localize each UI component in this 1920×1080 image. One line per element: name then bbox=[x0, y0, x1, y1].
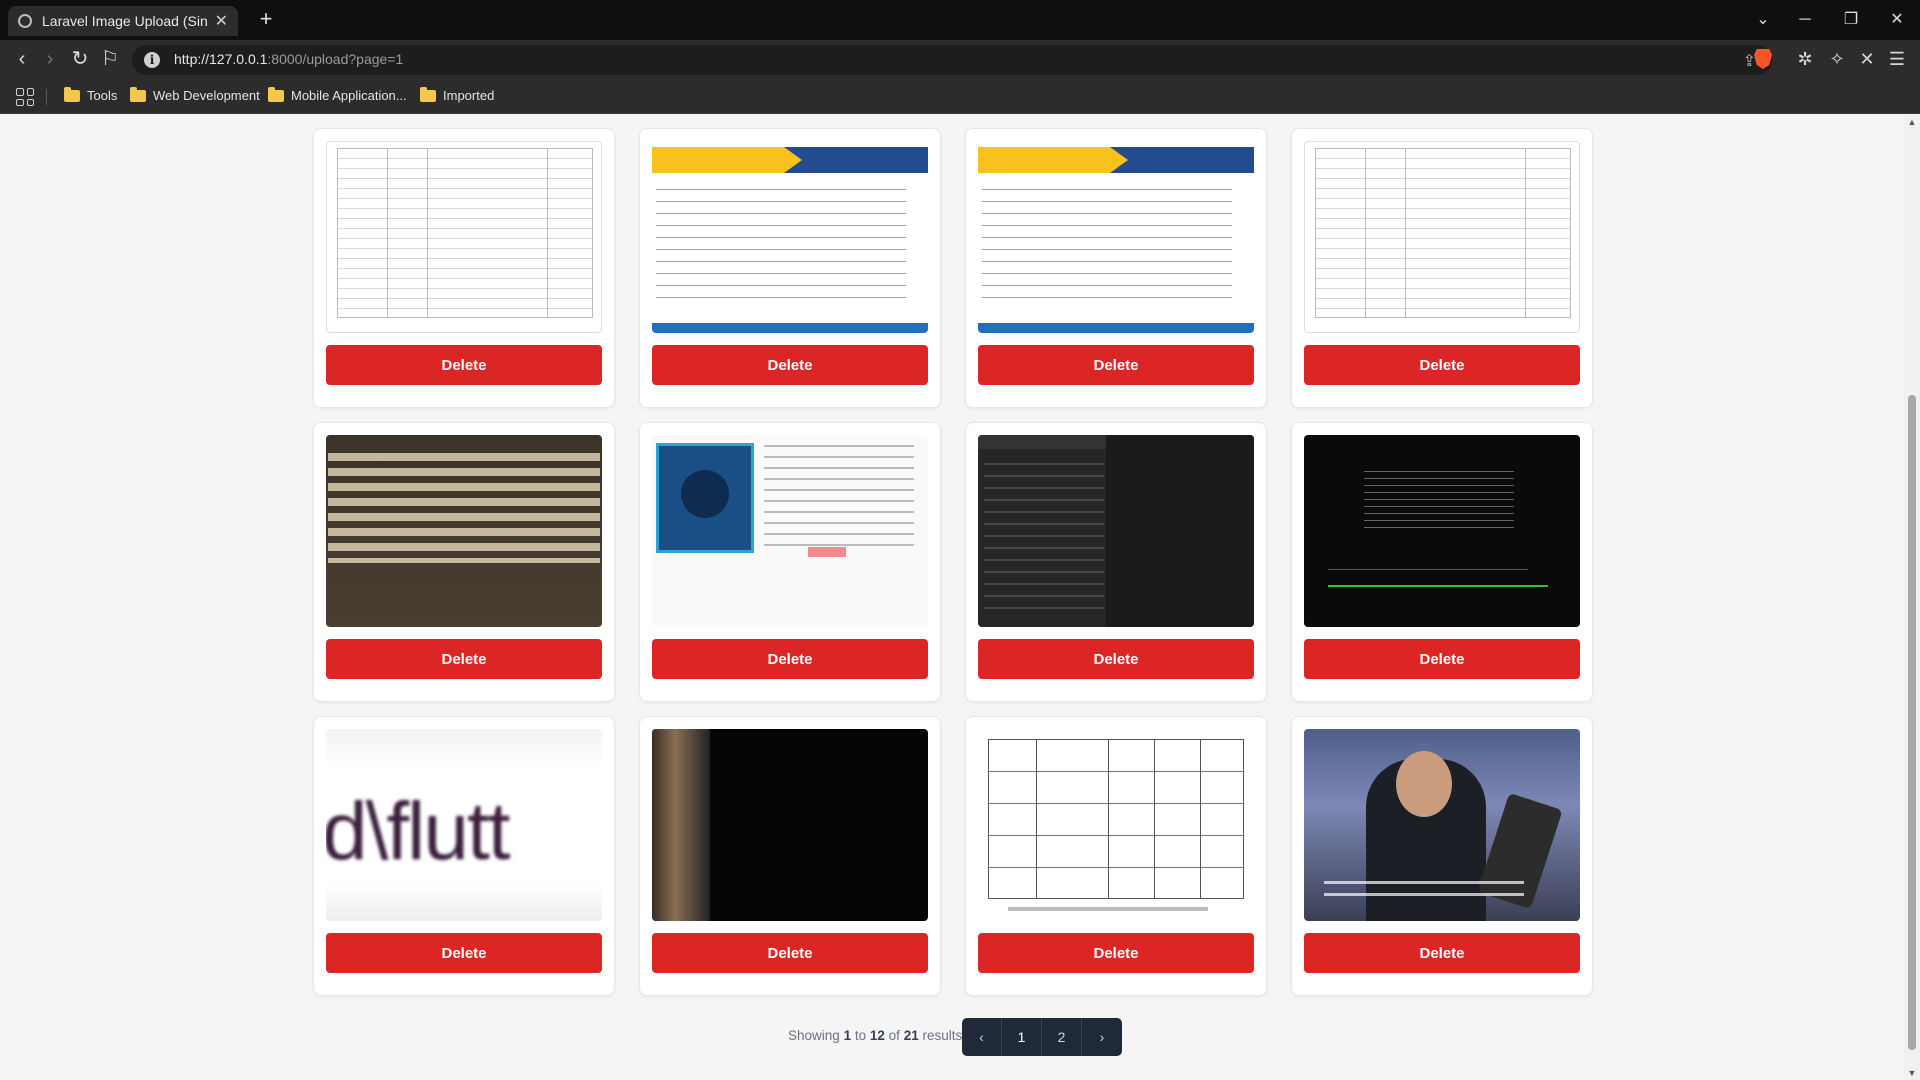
image-card: Delete bbox=[639, 422, 941, 702]
delete-button[interactable]: Delete bbox=[326, 639, 602, 679]
pagination: ‹ 1 2 › bbox=[962, 1018, 1122, 1056]
menu-icon[interactable]: ☰ bbox=[1886, 49, 1908, 70]
uploaded-image bbox=[652, 729, 928, 921]
image-card: d\flutt Delete bbox=[313, 716, 615, 996]
uploaded-image bbox=[326, 435, 602, 627]
pagination-summary: Showing 1 to 12 of 21 results bbox=[788, 1028, 963, 1043]
delete-button[interactable]: Delete bbox=[978, 933, 1254, 973]
uploaded-image bbox=[326, 141, 602, 333]
image-card: Delete bbox=[639, 716, 941, 996]
folder-icon bbox=[130, 86, 146, 102]
bookmark-folder-tools[interactable]: Tools bbox=[64, 86, 118, 103]
scroll-up-icon[interactable]: ▲ bbox=[1907, 117, 1917, 127]
restore-button[interactable]: ❐ bbox=[1828, 0, 1874, 40]
folder-icon bbox=[268, 86, 284, 102]
page-2-button[interactable]: 2 bbox=[1042, 1018, 1082, 1056]
share-icon[interactable]: ⇪ bbox=[1743, 51, 1756, 71]
close-window-button[interactable]: ✕ bbox=[1874, 0, 1920, 40]
bookmark-folder-imported[interactable]: Imported bbox=[420, 86, 495, 103]
image-card: Delete bbox=[313, 422, 615, 702]
next-page-button[interactable]: › bbox=[1082, 1018, 1122, 1056]
back-icon[interactable]: ‹ bbox=[10, 48, 34, 72]
uploaded-image bbox=[1304, 435, 1580, 627]
uploaded-image bbox=[978, 141, 1254, 333]
close-tab-icon[interactable]: ✕ bbox=[215, 11, 228, 31]
page-1-button[interactable]: 1 bbox=[1002, 1018, 1042, 1056]
extensions-icon[interactable]: ✲ bbox=[1794, 49, 1816, 70]
bookmark-label: Mobile Application... bbox=[291, 88, 407, 103]
address-bar[interactable]: i http://127.0.0.1:8000/upload?page=1 ⇪ bbox=[132, 45, 1772, 75]
image-card: Delete bbox=[313, 128, 615, 408]
apps-grid-icon[interactable] bbox=[16, 88, 34, 106]
bookmark-label: Tools bbox=[87, 88, 118, 103]
uploaded-image bbox=[1304, 141, 1580, 333]
delete-button[interactable]: Delete bbox=[978, 345, 1254, 385]
forward-icon[interactable]: › bbox=[38, 48, 62, 72]
site-info-icon[interactable]: i bbox=[144, 52, 160, 68]
image-card: Delete bbox=[1291, 128, 1593, 408]
image-card: Delete bbox=[1291, 422, 1593, 702]
image-card: Delete bbox=[965, 128, 1267, 408]
delete-button[interactable]: Delete bbox=[652, 345, 928, 385]
delete-button[interactable]: Delete bbox=[652, 639, 928, 679]
browser-tab-bar: Laravel Image Upload (Single ✕ + ⌄ ─ ❐ ✕ bbox=[0, 0, 1920, 40]
bookmark-folder-mobile-application[interactable]: Mobile Application... bbox=[268, 86, 407, 103]
uploaded-image bbox=[978, 729, 1254, 921]
vpn-icon[interactable]: ✕ bbox=[1856, 49, 1878, 70]
bookmark-label: Imported bbox=[443, 88, 495, 103]
delete-button[interactable]: Delete bbox=[1304, 933, 1580, 973]
image-card: Delete bbox=[965, 422, 1267, 702]
browser-toolbar: ‹ › ↻ ⚐ i http://127.0.0.1:8000/upload?p… bbox=[0, 40, 1920, 80]
delete-button[interactable]: Delete bbox=[326, 345, 602, 385]
uploaded-image bbox=[978, 435, 1254, 627]
image-card: Delete bbox=[639, 128, 941, 408]
delete-button[interactable]: Delete bbox=[1304, 639, 1580, 679]
url-text: http://127.0.0.1:8000/upload?page=1 bbox=[174, 51, 404, 67]
page-content: Delete Delete Delete Delete Delete Delet… bbox=[0, 115, 1904, 1080]
new-tab-button[interactable]: + bbox=[252, 6, 280, 34]
browser-tab[interactable]: Laravel Image Upload (Single ✕ bbox=[8, 6, 238, 36]
previous-page-button[interactable]: ‹ bbox=[962, 1018, 1002, 1056]
tab-search-icon[interactable]: ⌄ bbox=[1740, 0, 1786, 40]
delete-button[interactable]: Delete bbox=[1304, 345, 1580, 385]
uploaded-image bbox=[1304, 729, 1580, 921]
uploaded-image bbox=[652, 141, 928, 333]
minimize-button[interactable]: ─ bbox=[1782, 0, 1828, 40]
folder-icon bbox=[64, 86, 80, 102]
scroll-down-icon[interactable]: ▼ bbox=[1907, 1068, 1917, 1078]
reload-icon[interactable]: ↻ bbox=[68, 48, 92, 72]
uploaded-image: d\flutt bbox=[326, 729, 602, 921]
folder-icon bbox=[420, 86, 436, 102]
leo-ai-icon[interactable]: ✧ bbox=[1826, 49, 1848, 70]
bookmarks-bar: Tools Web Development Mobile Application… bbox=[0, 80, 1920, 114]
scroll-thumb[interactable] bbox=[1908, 395, 1916, 1050]
delete-button[interactable]: Delete bbox=[978, 639, 1254, 679]
delete-button[interactable]: Delete bbox=[326, 933, 602, 973]
delete-button[interactable]: Delete bbox=[652, 933, 928, 973]
uploaded-image bbox=[652, 435, 928, 627]
tab-title: Laravel Image Upload (Single bbox=[42, 13, 207, 29]
image-card: Delete bbox=[1291, 716, 1593, 996]
page-scrollbar[interactable]: ▲ ▼ bbox=[1904, 115, 1920, 1080]
image-card: Delete bbox=[965, 716, 1267, 996]
bookmark-folder-web-development[interactable]: Web Development bbox=[130, 86, 260, 103]
bookmarks-separator bbox=[46, 89, 47, 105]
bookmark-label: Web Development bbox=[153, 88, 260, 103]
bookmark-icon[interactable]: ⚐ bbox=[98, 48, 122, 72]
globe-icon bbox=[18, 14, 32, 28]
